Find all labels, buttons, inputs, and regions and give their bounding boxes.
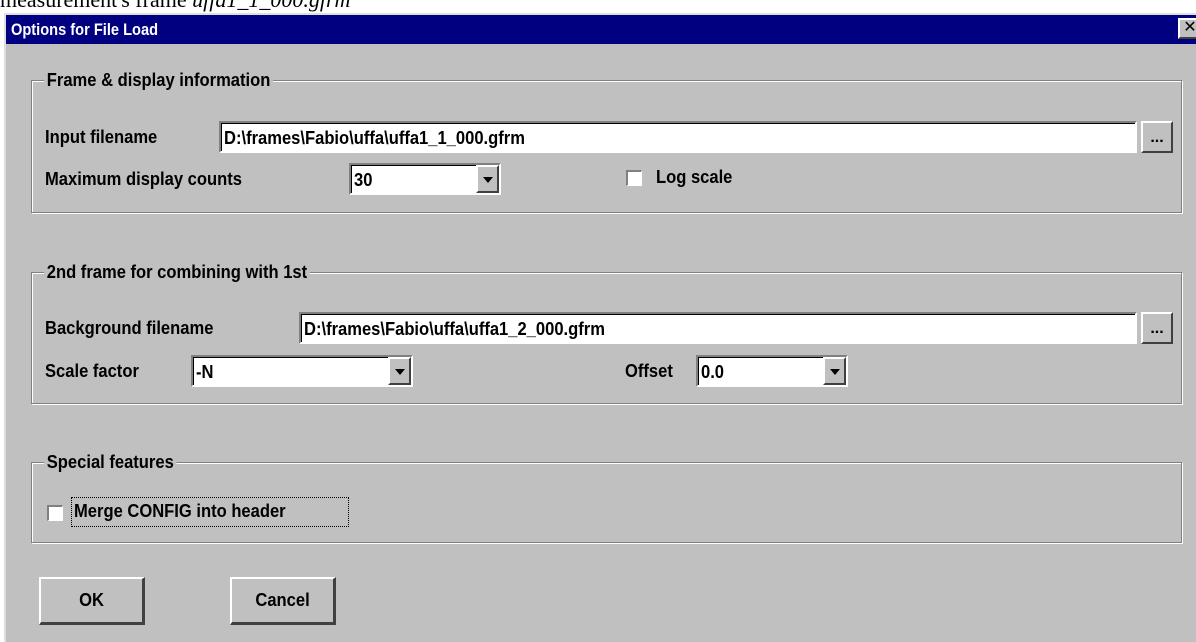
offset-value: 0.0: [701, 362, 725, 382]
max-display-counts-label: Maximum display counts: [45, 169, 242, 189]
log-scale-checkbox[interactable]: [626, 170, 642, 186]
offset-label: Offset: [625, 361, 673, 381]
background-filename-field[interactable]: D:\frames\Fabio\uffa\uffa1_2_000.gfrm: [299, 312, 1137, 344]
cancel-button[interactable]: Cancel: [230, 577, 336, 625]
background-filename-label: Background filename: [45, 318, 214, 338]
offset-select[interactable]: 0.0: [696, 355, 848, 387]
max-display-counts-value: 30: [354, 170, 373, 190]
input-filename-label: Input filename: [45, 127, 158, 147]
frame-display-legend: Frame & display information: [44, 69, 274, 91]
chevron-down-icon[interactable]: [476, 165, 499, 193]
special-features-legend: Special features: [44, 451, 177, 473]
second-frame-legend: 2nd frame for combining with 1st: [44, 261, 310, 283]
close-icon: ✕: [1183, 19, 1196, 36]
merge-config-label: Merge CONFIG into header: [74, 501, 286, 521]
input-filename-value: D:\frames\Fabio\uffa\uffa1_1_000.gfrm: [224, 128, 525, 148]
log-scale-label: Log scale: [656, 167, 733, 187]
second-frame-group: 2nd frame for combining with 1st Backgro…: [31, 261, 1182, 404]
special-features-group: Special features Merge CONFIG into heade…: [31, 451, 1182, 543]
file-load-options-dialog: Options for File Load ✕ Frame & display …: [4, 13, 1196, 642]
input-filename-browse-button[interactable]: ...: [1141, 121, 1173, 153]
ok-button[interactable]: OK: [39, 577, 145, 625]
background-filename-value: D:\frames\Fabio\uffa\uffa1_2_000.gfrm: [304, 319, 605, 339]
page-text-fragment: measurement's frame uffa1_1_000.gfrm: [0, 0, 350, 11]
scale-factor-label: Scale factor: [45, 361, 139, 381]
frame-display-group: Frame & display information Input filena…: [31, 69, 1182, 213]
close-button[interactable]: ✕: [1178, 18, 1196, 39]
input-filename-field[interactable]: D:\frames\Fabio\uffa\uffa1_1_000.gfrm: [219, 121, 1137, 153]
page-text-filename: uffa1_1_000.gfrm: [192, 0, 350, 12]
title-bar[interactable]: Options for File Load ✕: [6, 15, 1196, 44]
chevron-down-icon[interactable]: [388, 357, 411, 385]
max-display-counts-select[interactable]: 30: [349, 163, 501, 195]
chevron-down-icon[interactable]: [823, 357, 846, 385]
background-filename-browse-button[interactable]: ...: [1141, 312, 1173, 344]
window-title: Options for File Load: [11, 20, 159, 39]
merge-config-checkbox[interactable]: [47, 505, 63, 521]
scale-factor-value: -N: [196, 362, 214, 382]
scale-factor-select[interactable]: -N: [191, 355, 413, 387]
